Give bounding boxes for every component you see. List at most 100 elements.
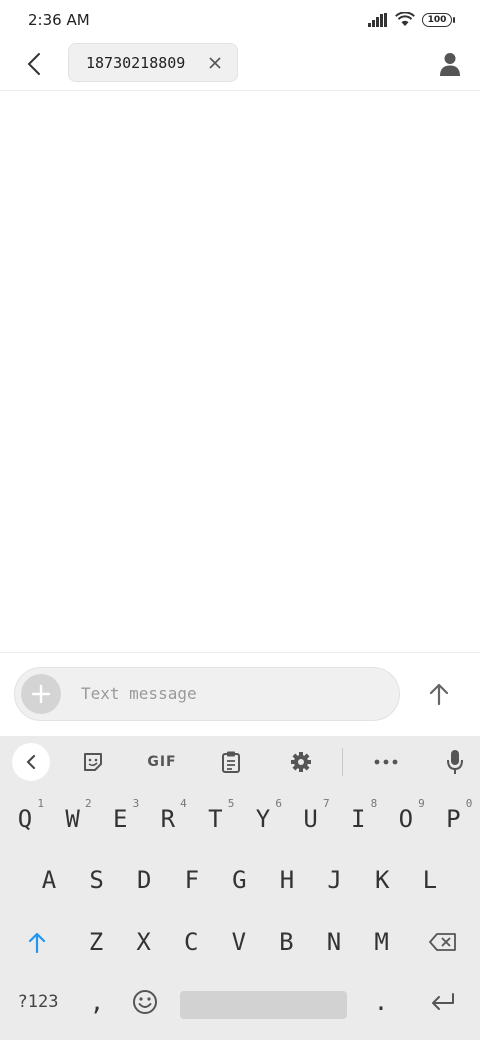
key-letter: Q [17,805,33,833]
emoji-key[interactable] [122,974,168,1030]
key-letter: J [327,866,342,894]
key-z[interactable]: Z [73,914,119,970]
shift-arrow-icon [28,932,46,953]
key-letter: M [374,928,389,956]
key-x[interactable]: X [121,914,167,970]
close-icon[interactable] [207,55,223,71]
key-k[interactable]: K [359,852,405,908]
key-s[interactable]: S [74,852,120,908]
sticker-button[interactable] [74,744,112,780]
battery-icon: 100 [422,12,455,27]
key-y[interactable]: Y6 [240,791,286,847]
key-letter: I [350,805,366,833]
collapse-toolbar-button[interactable] [12,743,50,781]
status-icons: 100 [368,12,455,27]
backspace-icon [429,933,456,951]
enter-key[interactable] [418,974,468,1030]
key-letter: K [374,866,390,894]
gear-icon [291,752,311,772]
shift-key[interactable] [14,914,60,970]
key-l[interactable]: L [407,852,453,908]
attach-button[interactable] [21,674,61,714]
key-d[interactable]: D [121,852,167,908]
key-v[interactable]: V [216,914,262,970]
keyboard: G I F Q 1 W 2 E 3 R 4 T 5 Y 6 U 7 I 8 O 9 … [0,736,480,1040]
key-c[interactable]: C [168,914,214,970]
gif-label: GIF [147,754,177,770]
key-letter: B [279,928,294,956]
message-input[interactable]: Text message [14,667,400,721]
key-number-hint: 7 [322,797,330,810]
key-number-hint: 2 [84,797,92,810]
key-letter: X [136,928,151,956]
emoji-icon [133,990,157,1014]
voice-input-button[interactable] [436,744,474,780]
key-letter: N [326,928,342,956]
key-h[interactable]: H [264,852,310,908]
key-a[interactable]: A [26,852,72,908]
symbols-key[interactable]: ?123 [10,974,66,1030]
comma-key[interactable]: , [74,974,120,1030]
wifi-icon [395,12,415,26]
key-i[interactable]: I8 [335,791,381,847]
back-arrow-icon [27,53,40,75]
key-p[interactable]: P0 [430,791,476,847]
microphone-icon [447,750,463,774]
key-letter: U [303,805,318,833]
key-n[interactable]: N [311,914,357,970]
back-button[interactable] [18,48,50,80]
key-letter: A [41,866,57,894]
key-number-hint: 0 [465,797,473,810]
key-b[interactable]: B [263,914,309,970]
keyboard-toolbar: GIF [0,736,480,788]
key-f[interactable]: F [169,852,215,908]
compose-area: Text message [0,652,480,737]
space-key[interactable] [180,991,347,1019]
key-letter: T [208,805,223,833]
key-letter: O [398,805,414,833]
key-g[interactable]: G [216,852,262,908]
message-placeholder: Text message [81,684,197,703]
key-j[interactable]: J [312,852,358,908]
key-u[interactable]: U7 [288,791,334,847]
clipboard-button[interactable] [212,744,250,780]
chevron-left-icon [26,755,35,769]
backspace-key[interactable] [418,914,468,970]
key-letter: W [65,805,80,833]
key-letter: H [279,866,295,894]
key-t[interactable]: T5 [192,791,238,847]
key-m[interactable]: M [359,914,405,970]
key-o[interactable]: O9 [383,791,429,847]
toolbar-divider [342,748,343,776]
key-q[interactable]: Q1 [2,791,48,847]
key-letter: Z [88,928,104,956]
period-key[interactable]: . [358,974,404,1030]
sticker-icon [84,753,102,771]
status-bar: 2:36 AM 100 [0,0,480,40]
contact-button[interactable] [434,48,466,80]
key-letter: P [446,805,461,833]
key-letter: R [160,805,176,833]
arrow-up-icon [429,683,449,705]
key-e[interactable]: E3 [97,791,143,847]
key-letter: V [231,928,247,956]
more-button[interactable] [367,744,405,780]
gif-button[interactable]: GIF [140,744,184,780]
key-number-hint: 1 [37,797,44,810]
key-number-hint: 6 [275,797,282,810]
key-letter: D [136,866,152,894]
key-letter: S [89,866,104,894]
key-letter: G [232,866,247,894]
key-w[interactable]: W2 [50,791,96,847]
person-icon [440,53,460,76]
send-button[interactable] [422,677,456,711]
enter-icon [432,993,454,1010]
key-r[interactable]: R4 [145,791,191,847]
key-letter: Y [255,805,271,833]
key-letter: F [184,866,200,894]
settings-button[interactable] [282,744,320,780]
recipient-number: 18730218809 [86,54,186,72]
key-number-hint: 3 [132,797,140,810]
recipient-chip[interactable]: 18730218809 [68,43,238,82]
plus-icon [31,684,51,704]
